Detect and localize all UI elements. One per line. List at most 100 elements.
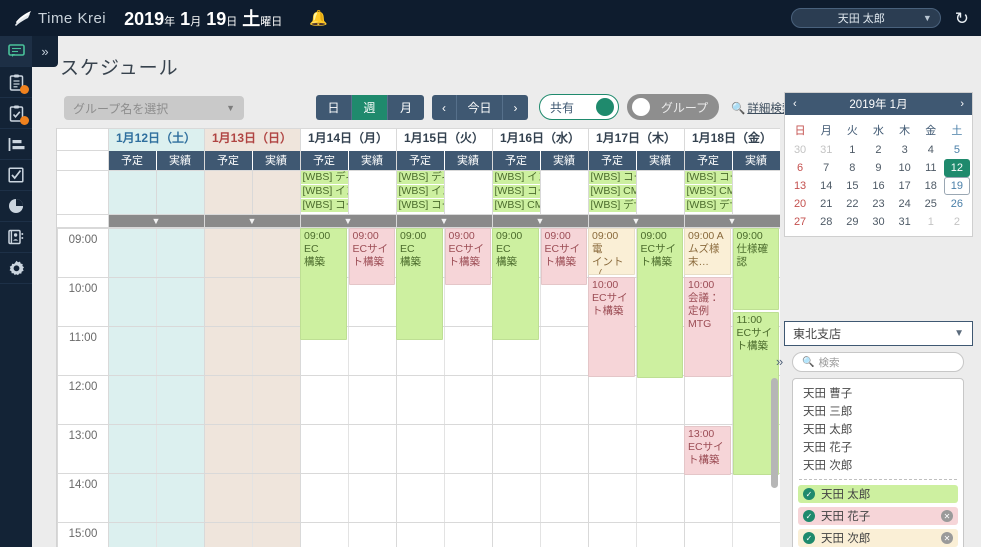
actual-slot[interactable] (253, 326, 300, 375)
day-header[interactable]: 1月17日（木） (587, 128, 685, 151)
plan-slot[interactable] (589, 522, 637, 547)
actual-slot[interactable] (253, 424, 300, 473)
mini-cal-day[interactable]: 2 (865, 141, 891, 159)
nav-item-contacts[interactable] (0, 222, 32, 253)
plan-column-header[interactable]: 予定 (684, 150, 733, 170)
mini-cal-day[interactable]: 23 (865, 195, 891, 213)
plan-column-header[interactable]: 予定 (588, 150, 637, 170)
wbs-item[interactable]: [WBS] CMS構築 (588, 184, 636, 199)
next-week-button[interactable]: › (503, 95, 528, 120)
actual-column-header[interactable]: 実績 (444, 150, 492, 170)
wbs-actual-slot[interactable] (541, 171, 588, 214)
mini-cal-day[interactable]: 13 (787, 177, 813, 195)
wbs-item[interactable]: [WBS] コーディ… (684, 170, 732, 185)
wbs-plan-slot[interactable]: [WBS] コーディ…[WBS] CMS構築[WBS] デザイン (588, 170, 637, 214)
mini-cal-day[interactable]: 18 (918, 177, 944, 195)
plan-slot[interactable] (109, 326, 157, 375)
actual-slot[interactable] (445, 327, 492, 375)
wbs-item[interactable]: [WBS] デザイン (684, 198, 732, 214)
calendar-event[interactable]: 10:00 ECサイト構築 (588, 276, 635, 377)
actual-slot[interactable] (157, 326, 204, 375)
wbs-item[interactable]: [WBS] CMS構築 (684, 184, 732, 199)
mini-cal-day[interactable]: 31 (892, 213, 918, 231)
wbs-item[interactable]: [WBS] ディレク… (396, 170, 444, 185)
prev-week-button[interactable]: ‹ (432, 95, 457, 120)
wbs-item[interactable]: [WBS] インフラ… (300, 184, 348, 199)
wbs-plan-slot[interactable]: [WBS] ディレク…[WBS] インフラ…[WBS] コーディ… (300, 170, 349, 214)
nav-item-clipboard[interactable] (0, 67, 32, 98)
brand-logo[interactable]: Time Krei (14, 9, 106, 27)
plan-slot[interactable] (493, 473, 541, 522)
calendar-event[interactable]: 09:00 電 イント（ (588, 227, 635, 275)
actual-slot[interactable] (541, 278, 588, 326)
plan-slot[interactable] (397, 375, 445, 424)
plan-slot[interactable] (397, 424, 445, 473)
mini-cal-day[interactable]: 17 (892, 177, 918, 195)
plan-slot[interactable] (205, 326, 253, 375)
mini-cal-next-button[interactable]: › (960, 98, 964, 110)
mini-cal-day[interactable]: 15 (839, 177, 865, 195)
plan-slot[interactable] (301, 473, 349, 522)
chevron-down-icon[interactable]: ▼ (204, 214, 300, 227)
actual-slot[interactable] (445, 376, 492, 424)
nav-item-gantt[interactable] (0, 129, 32, 160)
actual-slot[interactable] (157, 228, 204, 277)
wbs-item[interactable]: [WBS] コーディ… (300, 198, 348, 214)
wbs-actual-slot[interactable] (733, 171, 780, 214)
member-available-item[interactable]: 天田 太郎 (793, 420, 963, 438)
plan-slot[interactable] (493, 424, 541, 473)
calendar-event[interactable]: 09:00 EC 構築 (492, 227, 539, 340)
member-search-input[interactable]: 🔍 検索 (792, 352, 964, 372)
plan-column-header[interactable]: 予定 (492, 150, 541, 170)
member-available-item[interactable]: 天田 三郎 (793, 402, 963, 420)
plan-slot[interactable] (685, 473, 733, 522)
wbs-item[interactable]: [WBS] インフラ… (396, 184, 444, 199)
actual-slot[interactable] (541, 523, 588, 547)
actual-slot[interactable] (541, 474, 588, 522)
day-header[interactable]: 1月16日（水） (491, 128, 589, 151)
plan-slot[interactable] (397, 473, 445, 522)
nav-expand-toggle[interactable]: » (32, 36, 58, 67)
actual-slot[interactable] (349, 425, 396, 473)
plan-slot[interactable] (589, 473, 637, 522)
plan-slot[interactable] (109, 228, 157, 277)
actual-slot[interactable] (157, 522, 204, 547)
mini-cal-day[interactable]: 10 (892, 159, 918, 177)
actual-column-header[interactable]: 実績 (636, 150, 684, 170)
wbs-actual-slot[interactable] (445, 171, 492, 214)
mini-cal-day[interactable]: 1 (918, 213, 944, 231)
plan-slot[interactable] (109, 424, 157, 473)
actual-slot[interactable] (253, 522, 300, 547)
actual-slot[interactable] (445, 474, 492, 522)
nav-item-task-clipboard[interactable] (0, 98, 32, 129)
actual-column-header[interactable]: 実績 (540, 150, 588, 170)
bell-icon[interactable]: 🔔 (309, 9, 328, 27)
wbs-actual-slot[interactable] (349, 171, 396, 214)
nav-item-checkbox[interactable] (0, 160, 32, 191)
wbs-plan-slot[interactable] (204, 170, 253, 214)
chevron-down-icon[interactable]: ▼ (396, 214, 492, 227)
plan-slot[interactable] (685, 522, 733, 547)
actual-slot[interactable] (349, 327, 396, 375)
member-available-item[interactable]: 天田 次郎 (793, 456, 963, 474)
reload-icon[interactable]: ↻ (955, 10, 969, 27)
mini-cal-day[interactable]: 8 (839, 159, 865, 177)
calendar-event[interactable]: 10:00 会議：定例MTG (684, 276, 731, 377)
mini-cal-day[interactable]: 5 (944, 141, 970, 159)
chevron-down-icon[interactable]: ▼ (684, 214, 780, 227)
mini-cal-day[interactable]: 20 (787, 195, 813, 213)
chevron-down-icon[interactable]: ▼ (108, 214, 204, 227)
mini-cal-day[interactable]: 16 (865, 177, 891, 195)
member-selected-item[interactable]: ✓ 天田 次郎 ✕ (798, 529, 958, 547)
plan-slot[interactable] (589, 375, 637, 424)
plan-column-header[interactable]: 予定 (108, 150, 157, 170)
close-icon[interactable]: ✕ (941, 510, 953, 522)
plan-slot[interactable] (109, 522, 157, 547)
calendar-event[interactable]: 09:00 EC 構築 (300, 227, 347, 340)
plan-slot[interactable] (205, 228, 253, 277)
wbs-plan-slot[interactable]: [WBS] インフラ…[WBS] コーディ…[WBS] CMS構築 (492, 170, 541, 214)
wbs-item[interactable]: [WBS] ディレク… (300, 170, 348, 185)
calendar-event[interactable]: 09:00 仕様確認 (732, 227, 779, 310)
mini-cal-day[interactable]: 7 (813, 159, 839, 177)
wbs-item[interactable]: [WBS] コーディ… (588, 170, 636, 185)
